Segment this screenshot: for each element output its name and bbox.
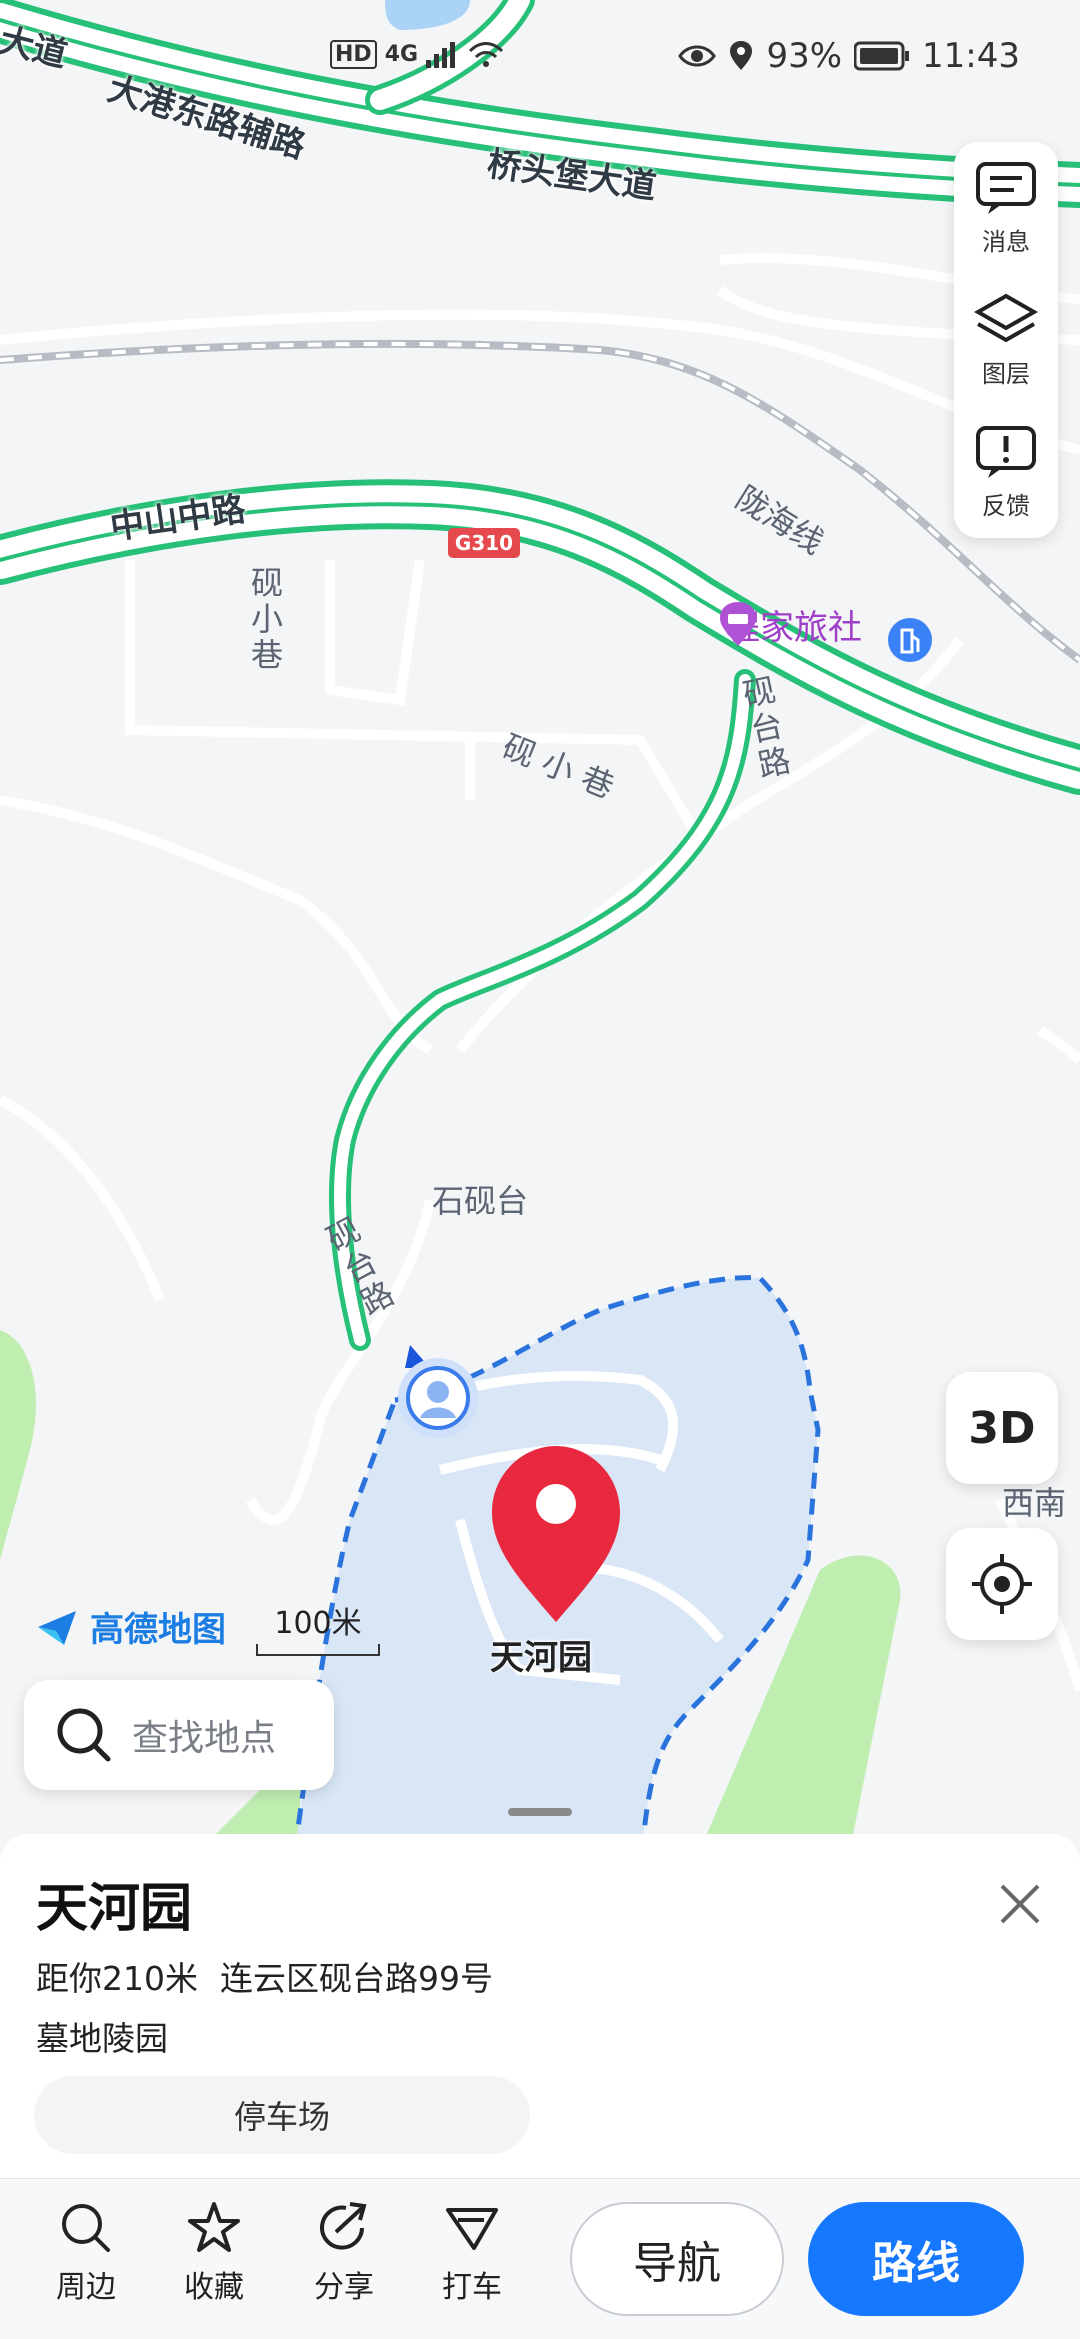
3d-toggle-button[interactable]: 3D bbox=[946, 1372, 1058, 1484]
layers-label: 图层 bbox=[982, 359, 1030, 388]
map-scale: 100米 bbox=[256, 1598, 380, 1656]
nearby-button[interactable]: 周边 bbox=[36, 2200, 136, 2306]
taxi-icon bbox=[446, 2208, 498, 2250]
nearby-label: 周边 bbox=[56, 2270, 116, 2305]
layers-button[interactable]: 图层 bbox=[954, 274, 1058, 406]
star-icon bbox=[188, 2202, 240, 2252]
map-canvas[interactable]: G310 大道 大港东路辅路 桥头堡大道 中山中路 陇海线 砚小巷 砚 小 巷 … bbox=[0, 0, 1080, 1850]
parking-tag[interactable]: 停车场 bbox=[34, 2076, 530, 2154]
place-distance: 距你210米 bbox=[36, 1959, 198, 1998]
taxi-label: 打车 bbox=[442, 2270, 502, 2305]
logo-text: 高德地图 bbox=[90, 1610, 226, 1650]
share-label: 分享 bbox=[314, 2270, 374, 2305]
messages-button[interactable]: 消息 bbox=[954, 142, 1058, 274]
place-label-shiyantai: 石砚台 bbox=[432, 1182, 529, 1220]
scale-label: 100米 bbox=[274, 1606, 362, 1641]
map-side-panel: 消息 图层 反馈 bbox=[954, 142, 1058, 538]
scale-bar bbox=[256, 1644, 380, 1656]
close-button[interactable] bbox=[992, 1876, 1048, 1932]
place-address: 连云区砚台路99号 bbox=[220, 1959, 493, 1998]
network-type: 4G bbox=[384, 42, 419, 67]
place-title: 天河园 bbox=[36, 1879, 193, 1939]
alley-label-vertical: 砚小巷 bbox=[246, 566, 284, 674]
feedback-button[interactable]: 反馈 bbox=[954, 406, 1058, 538]
g310-shield: G310 bbox=[455, 531, 513, 555]
place-info-line: 距你210米 连云区砚台路99号 bbox=[36, 1952, 493, 2000]
search-placeholder: 查找地点 bbox=[132, 1718, 277, 1759]
message-icon bbox=[976, 161, 1036, 214]
signal-icon bbox=[426, 41, 456, 68]
place-category: 墓地陵园 bbox=[36, 2019, 168, 2058]
clock: 11:43 bbox=[922, 36, 1020, 76]
wifi-icon bbox=[469, 41, 504, 67]
layers-icon bbox=[974, 293, 1038, 342]
map-base: G310 bbox=[0, 0, 1080, 1850]
place-label-xinan: 西南 bbox=[1002, 1484, 1067, 1522]
hd-badge: HD bbox=[330, 40, 377, 69]
search-icon bbox=[57, 1708, 111, 1762]
amap-logo: 高德地图 bbox=[36, 1602, 226, 1651]
search-box[interactable]: 查找地点 bbox=[24, 1680, 334, 1790]
navigate-button[interactable]: 导航 bbox=[570, 2202, 784, 2316]
search-icon bbox=[62, 2204, 110, 2252]
close-icon bbox=[1000, 1884, 1040, 1924]
location-icon bbox=[730, 41, 753, 70]
favorite-button[interactable]: 收藏 bbox=[164, 2200, 264, 2306]
crosshair-icon bbox=[972, 1554, 1032, 1614]
route-button[interactable]: 路线 bbox=[808, 2202, 1024, 2316]
taxi-button[interactable]: 打车 bbox=[422, 2200, 522, 2306]
eye-icon bbox=[678, 45, 717, 67]
status-right: 93% 11:43 bbox=[678, 36, 1020, 76]
share-button[interactable]: 分享 bbox=[294, 2200, 394, 2306]
3d-label: 3D bbox=[968, 1402, 1036, 1454]
messages-label: 消息 bbox=[982, 227, 1030, 256]
feedback-icon bbox=[976, 425, 1036, 478]
feedback-label: 反馈 bbox=[982, 491, 1030, 520]
poi-inn[interactable]: 程家旅社 bbox=[718, 600, 862, 649]
favorite-label: 收藏 bbox=[184, 2270, 244, 2305]
destination-label: 天河园 bbox=[490, 1638, 592, 1678]
battery-percent: 93% bbox=[766, 36, 843, 76]
amap-logo-icon bbox=[38, 1610, 76, 1645]
locate-button[interactable] bbox=[946, 1528, 1058, 1640]
network-indicators: HD 4G bbox=[330, 40, 504, 69]
battery-icon bbox=[854, 41, 910, 71]
status-bar: HD 4G 93% 11:43 bbox=[0, 36, 1080, 86]
sheet-drag-handle[interactable] bbox=[508, 1808, 572, 1816]
share-icon bbox=[320, 2202, 367, 2250]
